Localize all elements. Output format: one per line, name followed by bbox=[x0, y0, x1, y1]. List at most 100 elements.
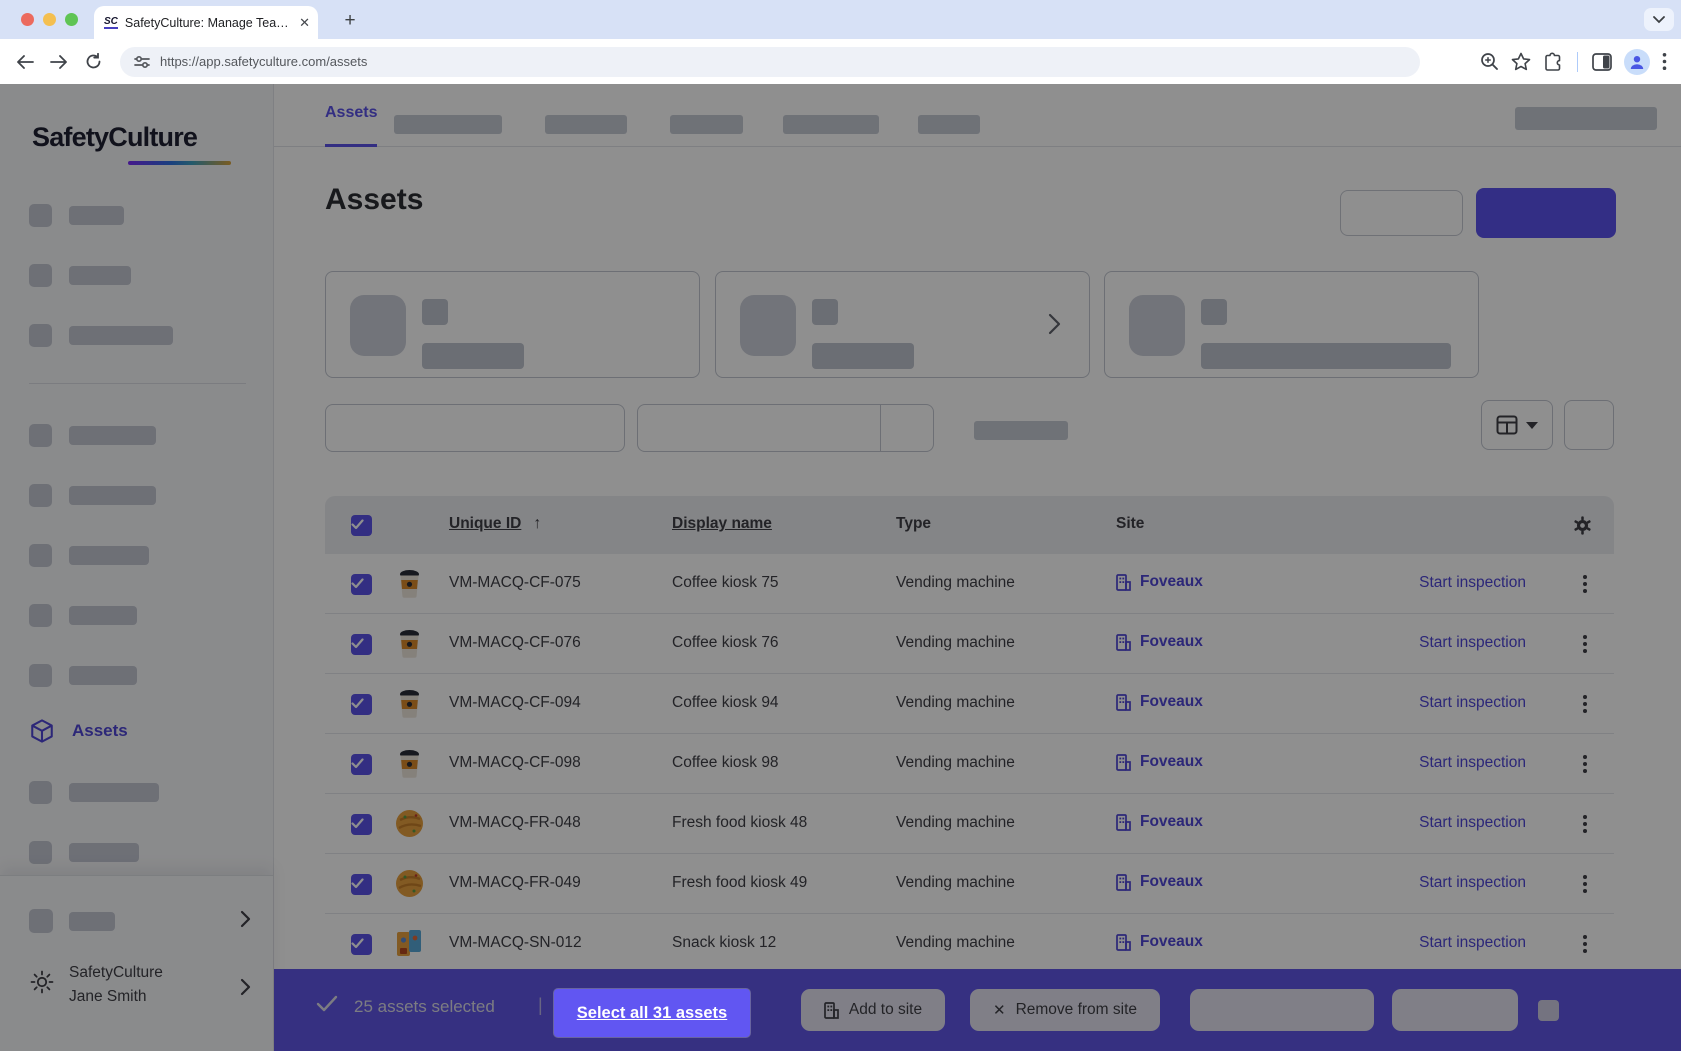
row-checkbox[interactable] bbox=[351, 574, 372, 595]
select-all-assets-link[interactable]: Select all 31 assets bbox=[554, 989, 750, 1037]
minimize-window-button[interactable] bbox=[43, 13, 56, 26]
skeleton-card-value bbox=[1201, 299, 1227, 325]
profile-avatar[interactable] bbox=[1624, 49, 1650, 75]
remove-from-site-button[interactable]: ✕ Remove from site bbox=[970, 989, 1160, 1031]
skeleton-nav-icon bbox=[29, 324, 52, 347]
row-checkbox[interactable] bbox=[351, 754, 372, 775]
table-row[interactable]: VM-MACQ-SN-012 Snack kiosk 12 Vending ma… bbox=[325, 914, 1614, 974]
skeleton-tab bbox=[545, 115, 627, 134]
table-header-row: Unique ID↑ Display name Type Site bbox=[325, 496, 1614, 554]
column-header-type[interactable]: Type bbox=[896, 515, 931, 533]
forward-button[interactable] bbox=[44, 47, 74, 77]
sidebar-collapse-row[interactable] bbox=[29, 909, 251, 935]
coffee-cup-icon bbox=[394, 628, 425, 659]
row-checkbox[interactable] bbox=[351, 694, 372, 715]
kebab-menu-icon[interactable] bbox=[1572, 931, 1598, 957]
maximize-window-button[interactable] bbox=[65, 13, 78, 26]
table-row[interactable]: VM-MACQ-CF-094 Coffee kiosk 94 Vending m… bbox=[325, 674, 1614, 734]
column-settings-gear-icon[interactable] bbox=[1573, 516, 1592, 535]
site-link[interactable]: Foveaux bbox=[1116, 933, 1203, 951]
table-row[interactable]: VM-MACQ-CF-075 Coffee kiosk 75 Vending m… bbox=[325, 554, 1614, 614]
summary-card[interactable] bbox=[715, 271, 1090, 378]
secondary-action-button[interactable] bbox=[1340, 190, 1463, 236]
bar-placeholder-button[interactable] bbox=[1190, 989, 1374, 1031]
skeleton-card-icon bbox=[350, 295, 406, 356]
chevron-right-icon[interactable] bbox=[1048, 313, 1061, 335]
sidebar-item-assets[interactable]: Assets bbox=[29, 718, 128, 744]
search-input[interactable] bbox=[637, 404, 934, 452]
person-icon bbox=[1629, 54, 1645, 70]
row-checkbox[interactable] bbox=[351, 874, 372, 895]
building-icon bbox=[1116, 814, 1131, 831]
start-inspection-link[interactable]: Start inspection bbox=[1419, 814, 1526, 832]
bookmark-star-icon[interactable] bbox=[1511, 52, 1531, 71]
close-window-button[interactable] bbox=[21, 13, 34, 26]
back-button[interactable] bbox=[10, 47, 40, 77]
column-header-unique-id[interactable]: Unique ID↑ bbox=[449, 515, 541, 533]
start-inspection-link[interactable]: Start inspection bbox=[1419, 574, 1526, 592]
coffee-cup-icon bbox=[394, 748, 425, 779]
summary-card[interactable] bbox=[1104, 271, 1479, 378]
account-menu[interactable]: SafetyCulture Jane Smith bbox=[30, 964, 251, 1006]
kebab-menu-icon[interactable] bbox=[1572, 871, 1598, 897]
skeleton-nav-label bbox=[69, 486, 156, 505]
tab-assets[interactable]: Assets bbox=[325, 104, 377, 122]
asset-thumbnail bbox=[394, 688, 425, 719]
filter-input[interactable] bbox=[325, 404, 625, 452]
kebab-menu-icon[interactable] bbox=[1572, 631, 1598, 657]
table-view-dropdown[interactable] bbox=[1481, 400, 1553, 450]
column-header-site[interactable]: Site bbox=[1116, 515, 1144, 533]
side-panel-icon[interactable] bbox=[1592, 53, 1612, 71]
table-row[interactable]: VM-MACQ-FR-048 Fresh food kiosk 48 Vendi… bbox=[325, 794, 1614, 854]
skeleton-nav-icon bbox=[29, 424, 52, 447]
site-info-icon[interactable] bbox=[134, 55, 150, 69]
select-all-checkbox[interactable] bbox=[351, 515, 372, 536]
start-inspection-link[interactable]: Start inspection bbox=[1419, 634, 1526, 652]
extensions-icon[interactable] bbox=[1543, 52, 1563, 72]
site-link[interactable]: Foveaux bbox=[1116, 693, 1203, 711]
skeleton-nav-icon bbox=[29, 544, 52, 567]
check-icon bbox=[316, 995, 338, 1012]
new-tab-button[interactable]: + bbox=[337, 8, 363, 34]
safetyculture-favicon: SC bbox=[104, 16, 118, 29]
display-name-cell: Fresh food kiosk 48 bbox=[672, 814, 807, 832]
bar-placeholder-button[interactable] bbox=[1392, 989, 1518, 1031]
start-inspection-link[interactable]: Start inspection bbox=[1419, 874, 1526, 892]
reload-button[interactable] bbox=[78, 47, 108, 77]
assets-table: Unique ID↑ Display name Type Site bbox=[325, 496, 1614, 974]
sidebar: SafetyCulture Assets bbox=[0, 84, 274, 1051]
row-checkbox[interactable] bbox=[351, 934, 372, 955]
browser-tab[interactable]: SC SafetyCulture: Manage Teams and... ✕ bbox=[94, 6, 318, 39]
site-link[interactable]: Foveaux bbox=[1116, 633, 1203, 651]
zoom-icon[interactable] bbox=[1480, 52, 1499, 71]
kebab-menu-icon[interactable] bbox=[1572, 571, 1598, 597]
summary-card[interactable] bbox=[325, 271, 700, 378]
bar-placeholder-toggle[interactable] bbox=[1538, 1000, 1559, 1021]
start-inspection-link[interactable]: Start inspection bbox=[1419, 934, 1526, 952]
start-inspection-link[interactable]: Start inspection bbox=[1419, 694, 1526, 712]
site-link[interactable]: Foveaux bbox=[1116, 813, 1203, 831]
tab-close-icon[interactable]: ✕ bbox=[299, 15, 310, 31]
more-options-button[interactable] bbox=[1564, 400, 1614, 450]
asset-thumbnail bbox=[394, 568, 425, 599]
column-header-display-name[interactable]: Display name bbox=[672, 515, 772, 533]
table-row[interactable]: VM-MACQ-CF-076 Coffee kiosk 76 Vending m… bbox=[325, 614, 1614, 674]
site-link[interactable]: Foveaux bbox=[1116, 573, 1203, 591]
start-inspection-link[interactable]: Start inspection bbox=[1419, 754, 1526, 772]
row-checkbox[interactable] bbox=[351, 634, 372, 655]
table-row[interactable]: VM-MACQ-FR-049 Fresh food kiosk 49 Vendi… bbox=[325, 854, 1614, 914]
add-to-site-button[interactable]: Add to site bbox=[801, 989, 945, 1031]
table-row[interactable]: VM-MACQ-CF-098 Coffee kiosk 98 Vending m… bbox=[325, 734, 1614, 794]
browser-menu-icon[interactable] bbox=[1662, 52, 1667, 71]
url-bar[interactable]: https://app.safetyculture.com/assets bbox=[120, 47, 1420, 77]
skeleton-nav-icon bbox=[29, 204, 52, 227]
site-link[interactable]: Foveaux bbox=[1116, 873, 1203, 891]
row-checkbox[interactable] bbox=[351, 814, 372, 835]
tab-search-button[interactable] bbox=[1644, 8, 1674, 31]
kebab-menu-icon[interactable] bbox=[1572, 751, 1598, 777]
kebab-menu-icon[interactable] bbox=[1572, 691, 1598, 717]
site-link[interactable]: Foveaux bbox=[1116, 753, 1203, 771]
active-tab-underline bbox=[325, 144, 377, 147]
kebab-menu-icon[interactable] bbox=[1572, 811, 1598, 837]
primary-action-button[interactable] bbox=[1476, 188, 1616, 238]
